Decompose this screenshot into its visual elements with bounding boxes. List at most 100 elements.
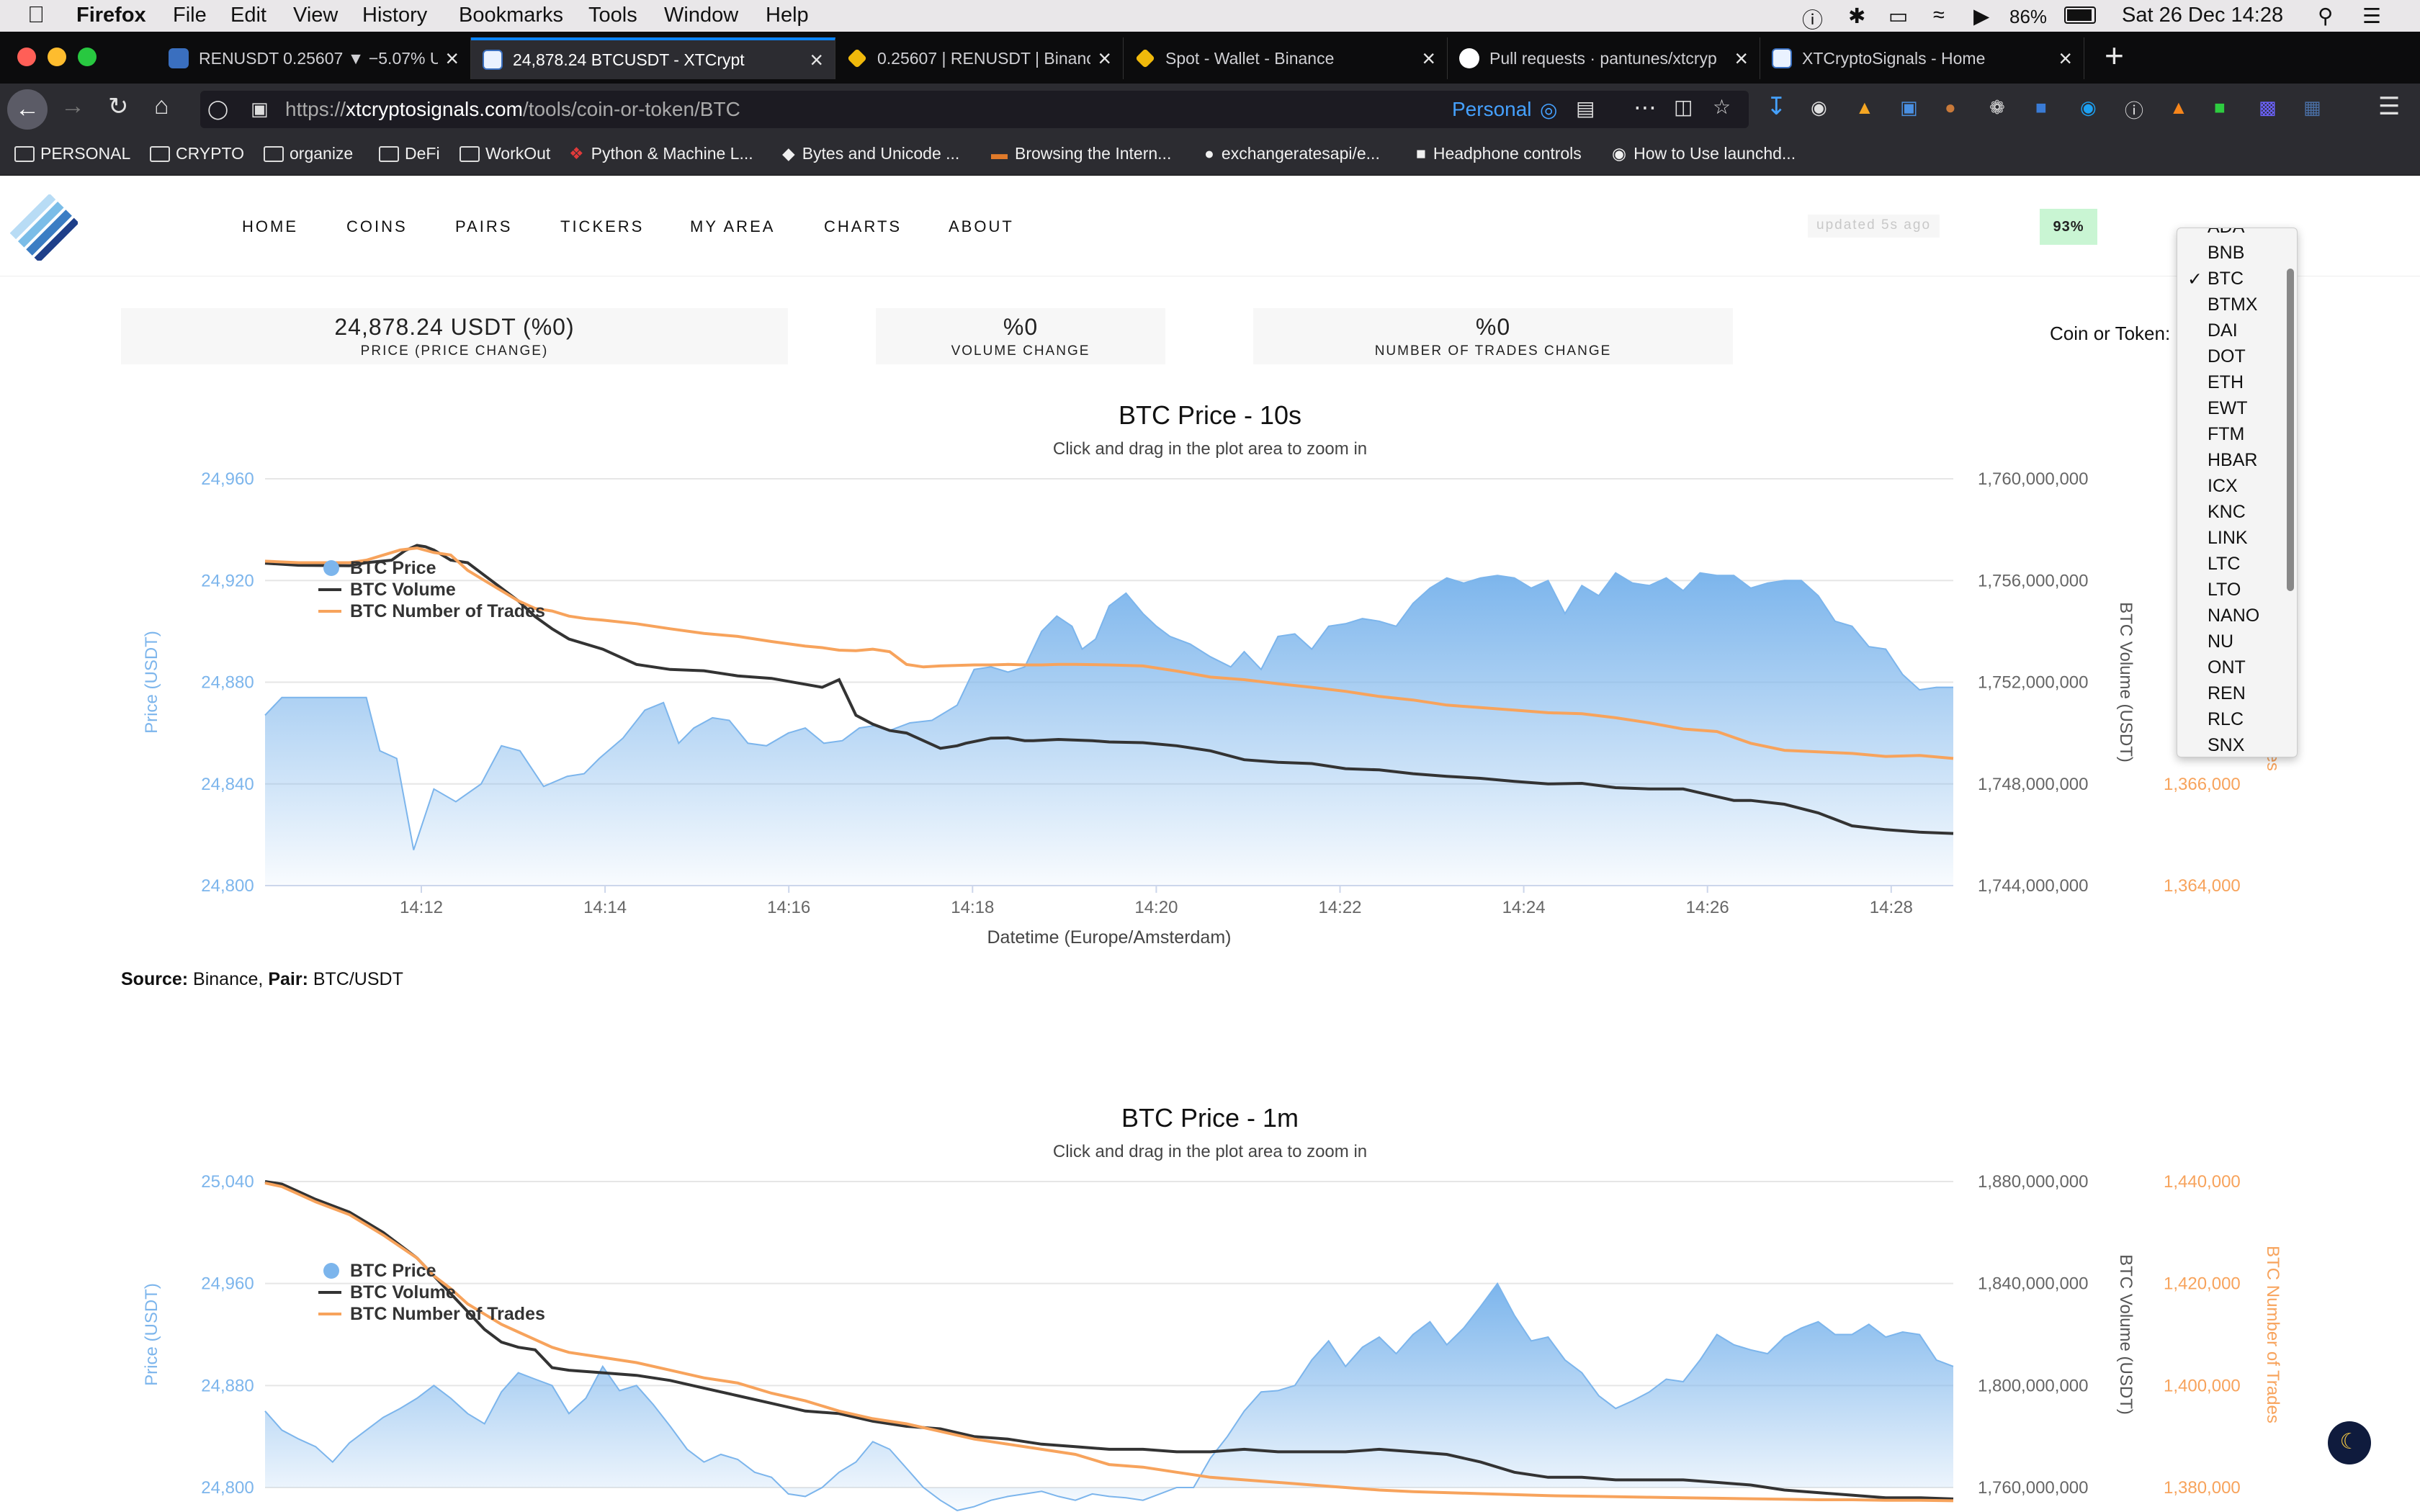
menu-view[interactable]: View — [293, 4, 338, 27]
extension-icon[interactable]: ❁ — [1989, 96, 2005, 119]
browser-tab[interactable]: XTCryptoSignals - Home × — [1760, 37, 2084, 79]
close-tab-icon[interactable]: × — [2058, 45, 2072, 72]
dropdown-option-lto[interactable]: LTO — [2208, 580, 2241, 600]
window-minimize-button[interactable] — [48, 48, 66, 66]
extension-icon[interactable]: ■ — [2214, 96, 2226, 119]
onepassword-extension-icon[interactable]: ⓘ — [2125, 96, 2143, 123]
spotlight-search-icon[interactable]: ⚲ — [2318, 4, 2333, 29]
browser-tab-active[interactable]: 24,878.24 BTCUSDT - XTCrypt × — [471, 37, 835, 79]
dropdown-option-link[interactable]: LINK — [2208, 528, 2248, 549]
dropdown-option-nu[interactable]: NU — [2208, 631, 2233, 652]
airplay-icon[interactable]: ▭ — [1888, 4, 1908, 29]
url-bar[interactable]: ◯ ▣ https://xtcryptosignals.com/tools/co… — [200, 91, 1749, 128]
dropdown-option-ftm[interactable]: FTM — [2208, 424, 2244, 445]
dark-mode-toggle-moon-icon[interactable]: ☾ — [2328, 1421, 2371, 1464]
extension-icon[interactable]: ◉ — [1811, 96, 1827, 119]
xtcryptosignals-logo-icon[interactable] — [10, 194, 78, 261]
hamburger-menu-icon[interactable]: ☰ — [2378, 92, 2400, 121]
dropdown-scrollbar[interactable] — [2287, 269, 2294, 591]
nav-home[interactable]: HOME — [242, 217, 298, 236]
dropdown-option-ont[interactable]: ONT — [2208, 657, 2246, 678]
cookie-extension-icon[interactable]: ● — [1945, 96, 1956, 119]
close-tab-icon[interactable]: × — [1422, 45, 1435, 72]
tracking-shield-icon[interactable]: ◯ — [207, 98, 228, 120]
close-tab-icon[interactable]: × — [1098, 45, 1111, 72]
menu-file[interactable]: File — [173, 4, 207, 27]
extension-icon[interactable]: ◉ — [2080, 96, 2097, 119]
dropdown-option-dot[interactable]: DOT — [2208, 346, 2246, 367]
browser-tab[interactable]: Pull requests · pantunes/xtcryp × — [1448, 37, 1760, 79]
volume-icon[interactable]: ▶ — [1973, 4, 1989, 29]
menu-clock[interactable]: Sat 26 Dec 14:28 — [2122, 4, 2283, 27]
nav-about[interactable]: ABOUT — [949, 217, 1014, 236]
nav-my-area[interactable]: MY AREA — [690, 217, 775, 236]
dropdown-option-nano[interactable]: NANO — [2208, 606, 2259, 626]
dropdown-option-knc[interactable]: KNC — [2208, 502, 2246, 523]
translate-extension-icon[interactable]: ▣ — [1900, 96, 1918, 119]
window-close-button[interactable] — [17, 48, 36, 66]
nav-charts[interactable]: CHARTS — [824, 217, 902, 236]
menu-app-name[interactable]: Firefox — [76, 4, 146, 27]
bookmark-link[interactable]: ■ Headphone controls — [1416, 144, 1582, 163]
menu-window[interactable]: Window — [664, 4, 738, 27]
bookmark-folder[interactable]: DeFi — [379, 144, 440, 163]
notification-center-icon[interactable]: ☰ — [2362, 4, 2381, 29]
container-fingerprint-icon[interactable]: ◎ — [1540, 98, 1557, 122]
dropdown-option-bnb[interactable]: BNB — [2208, 243, 2244, 264]
battery-icon[interactable] — [2064, 6, 2096, 24]
menu-bookmarks[interactable]: Bookmarks — [459, 4, 563, 27]
window-zoom-button[interactable] — [78, 48, 97, 66]
legend-symbol-price[interactable] — [323, 1263, 339, 1279]
extension-icon[interactable]: ▲ — [1855, 96, 1874, 119]
forward-arrow-icon[interactable]: → — [60, 92, 85, 120]
dropdown-option-btc[interactable]: BTC — [2208, 269, 2244, 289]
bookmark-link[interactable]: ◆ Bytes and Unicode ... — [782, 144, 959, 163]
bookmark-folder[interactable]: PERSONAL — [14, 144, 130, 163]
home-icon[interactable]: ⌂ — [154, 92, 169, 120]
bookmark-link[interactable]: ● exchangeratesapi/e... — [1204, 144, 1380, 163]
dropdown-option-btmx[interactable]: BTMX — [2208, 294, 2257, 315]
extension-icon[interactable]: ■ — [2035, 96, 2047, 119]
bluetooth-icon[interactable]: ✱ — [1848, 4, 1865, 29]
browser-tab[interactable]: Spot - Wallet - Binance × — [1124, 37, 1448, 79]
chart-2[interactable]: 24,800 24,880 24,960 25,040 1,760,000,000 1,8… — [0, 1164, 2420, 1512]
bookmark-star-icon[interactable]: ☆ — [1713, 95, 1731, 119]
dropdown-option-icx[interactable]: ICX — [2208, 476, 2238, 497]
lock-icon[interactable]: ▣ — [251, 98, 269, 120]
back-arrow-icon[interactable]: ← — [7, 89, 48, 130]
page-actions-icon[interactable]: ⋯ — [1634, 94, 1657, 121]
bookmark-folder[interactable]: CRYPTO — [150, 144, 244, 163]
reader-view-icon[interactable]: ▤ — [1576, 96, 1595, 120]
close-tab-icon[interactable]: × — [445, 45, 459, 72]
reload-icon[interactable]: ↻ — [108, 92, 129, 121]
nav-pairs[interactable]: PAIRS — [455, 217, 512, 236]
wifi-icon[interactable]: ≈ — [1933, 4, 1945, 27]
dropdown-option-rlc[interactable]: RLC — [2208, 709, 2244, 730]
new-tab-plus-icon[interactable]: + — [2105, 36, 2124, 75]
apple-icon[interactable]:  — [27, 1, 45, 28]
extension-icon[interactable]: ▩ — [2259, 96, 2277, 119]
menu-help[interactable]: Help — [766, 4, 809, 27]
browser-tab[interactable]: 0.25607 | RENUSDT | Binance S × — [835, 37, 1124, 79]
downloads-icon[interactable]: ↧ — [1766, 92, 1787, 121]
bookmark-link[interactable]: ◉ How to Use launchd... — [1612, 144, 1796, 163]
close-tab-icon[interactable]: × — [810, 47, 823, 73]
close-tab-icon[interactable]: × — [1734, 45, 1748, 72]
dropdown-option-dai[interactable]: DAI — [2208, 320, 2238, 341]
bookmark-folder[interactable]: organize — [264, 144, 353, 163]
coin-dropdown-list[interactable]: ADA BNB BTC ✓ BTMX DAI DOT ETH EWT FTM HBAR ICX KNC L… — [2177, 228, 2298, 757]
menu-edit[interactable]: Edit — [230, 4, 266, 27]
dropdown-option-ewt[interactable]: EWT — [2208, 398, 2248, 419]
chart-1[interactable]: 24,800 24,840 24,880 24,920 24,960 1,744,000,… — [0, 461, 2420, 950]
menu-history[interactable]: History — [362, 4, 427, 27]
bookmark-link[interactable]: ▬ Browsing the Intern... — [991, 144, 1171, 163]
metamask-extension-icon[interactable]: ▲ — [2169, 96, 2188, 119]
nav-tickers[interactable]: TICKERS — [560, 217, 644, 236]
bookmark-link[interactable]: ❖ Python & Machine L... — [569, 144, 753, 163]
dropdown-option-snx[interactable]: SNX — [2208, 735, 2244, 756]
extension-icon[interactable]: ▦ — [2303, 96, 2321, 119]
onepassword-icon[interactable]: ⓘ — [1802, 4, 1823, 34]
dropdown-option-ltc[interactable]: LTC — [2208, 554, 2240, 575]
url-text[interactable]: https://xtcryptosignals.com/tools/coin-o… — [285, 98, 740, 121]
pocket-icon[interactable]: ◫ — [1674, 95, 1693, 119]
